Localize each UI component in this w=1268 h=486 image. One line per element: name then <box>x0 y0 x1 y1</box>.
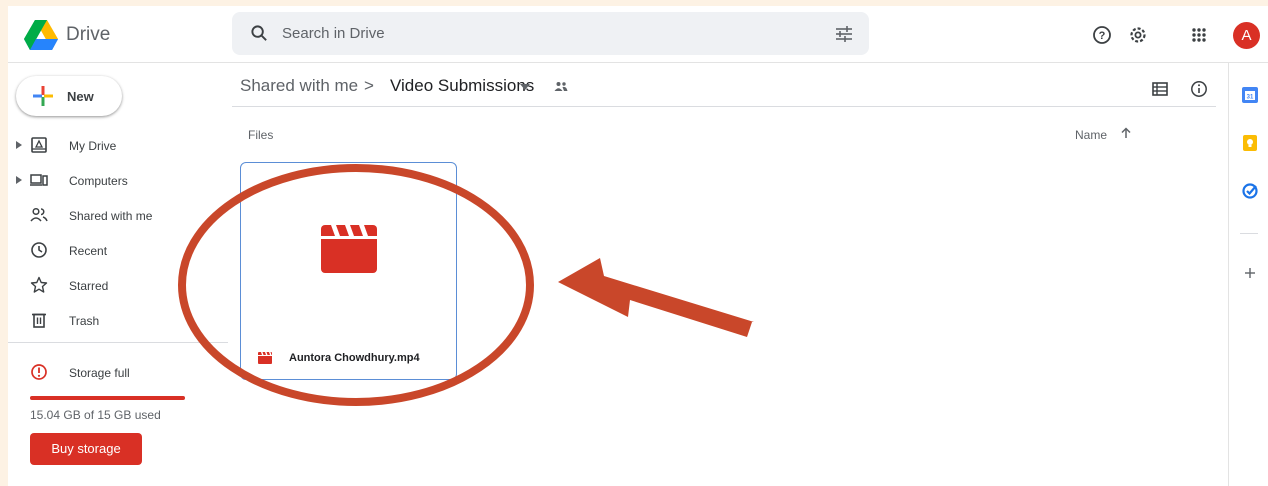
new-button[interactable]: New <box>16 76 122 116</box>
video-clapper-icon <box>321 225 377 273</box>
sidebar-item-shared-with-me[interactable]: Shared with me <box>8 199 228 233</box>
people-icon <box>30 207 48 222</box>
top-bar: Drive Search in Drive ? A <box>8 6 1268 63</box>
new-button-label: New <box>67 89 94 104</box>
sort-ascending-arrow-icon[interactable] <box>1120 127 1132 139</box>
sidebar-item-label: Starred <box>69 279 109 293</box>
file-name: Auntora Chowdhury.mp4 <box>289 352 420 364</box>
apps-grid-icon[interactable] <box>1188 24 1210 46</box>
storage-meter-fill <box>30 396 185 400</box>
sidebar-divider <box>8 342 228 343</box>
info-icon[interactable] <box>1190 80 1208 98</box>
file-card[interactable]: Auntora Chowdhury.mp4 <box>240 162 457 380</box>
shared-folder-people-icon <box>554 82 568 91</box>
drive-app: Drive Search in Drive ? A New My Drive C… <box>8 6 1268 486</box>
files-section-label: Files <box>248 128 274 142</box>
add-addon-plus-icon[interactable] <box>1242 265 1258 281</box>
sidebar-item-label: Recent <box>69 244 108 258</box>
list-view-icon[interactable] <box>1151 80 1169 98</box>
sidebar-item-storage[interactable]: Storage full <box>8 356 228 390</box>
sidebar-item-starred[interactable]: Starred <box>8 269 228 303</box>
search-input[interactable]: Search in Drive <box>282 25 385 42</box>
sidebar-item-my-drive[interactable]: My Drive <box>8 129 228 163</box>
dropdown-arrow-icon[interactable] <box>520 84 530 90</box>
settings-gear-icon[interactable] <box>1127 24 1149 46</box>
side-panel-rail: 31 <box>1228 63 1268 486</box>
rail-divider <box>1240 233 1258 234</box>
expand-caret-icon[interactable] <box>16 141 22 149</box>
expand-caret-icon[interactable] <box>16 176 22 184</box>
sidebar-item-label: My Drive <box>69 139 117 153</box>
breadcrumb-separator: > <box>364 76 374 95</box>
breadcrumb-parent[interactable]: Shared with me <box>240 76 358 96</box>
main-toolbar: Shared with me > Video Submissions <box>232 63 1216 107</box>
account-avatar[interactable]: A <box>1233 22 1260 49</box>
storage-used-text: 15.04 GB of 15 GB used <box>30 408 161 422</box>
drive-logo-icon[interactable] <box>24 20 58 50</box>
computers-icon <box>30 174 48 186</box>
sidebar-item-label: Trash <box>69 314 100 328</box>
clock-icon <box>31 242 47 258</box>
storage-meter <box>30 396 185 400</box>
keep-icon[interactable] <box>1242 135 1258 151</box>
plus-icon <box>33 86 53 106</box>
storage-status-label: Storage full <box>69 366 130 380</box>
sidebar-item-recent[interactable]: Recent <box>8 234 228 268</box>
svg-text:?: ? <box>1099 30 1106 42</box>
help-icon[interactable]: ? <box>1091 24 1113 46</box>
my-drive-icon <box>31 137 47 153</box>
video-file-icon <box>258 352 272 364</box>
product-name[interactable]: Drive <box>66 24 110 46</box>
star-icon <box>30 276 48 293</box>
search-bar[interactable]: Search in Drive <box>232 12 869 55</box>
sidebar-item-label: Shared with me <box>69 209 153 223</box>
tasks-icon[interactable] <box>1242 183 1258 199</box>
calendar-icon[interactable]: 31 <box>1242 87 1258 103</box>
breadcrumb-current[interactable]: Video Submissions <box>390 76 534 96</box>
search-options-icon[interactable] <box>835 25 853 43</box>
buy-storage-button[interactable]: Buy storage <box>30 433 142 465</box>
search-icon[interactable] <box>250 24 269 43</box>
warning-circle-icon <box>31 364 47 380</box>
sidebar-item-trash[interactable]: Trash <box>8 304 228 338</box>
trash-icon <box>32 313 46 328</box>
sidebar-item-computers[interactable]: Computers <box>8 164 228 198</box>
svg-text:31: 31 <box>1247 95 1254 101</box>
sort-by-name[interactable]: Name <box>1075 128 1107 142</box>
sidebar-item-label: Computers <box>69 174 128 188</box>
